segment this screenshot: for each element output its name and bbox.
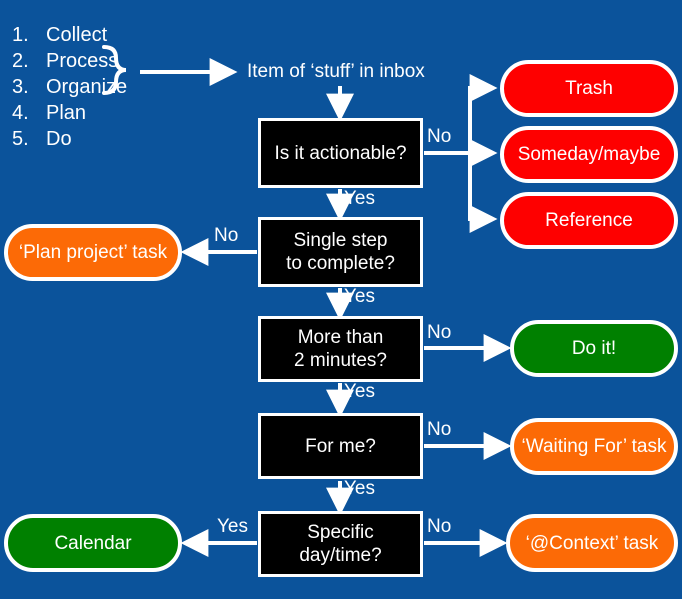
edge-actionable-no-reference [468,153,498,233]
edge-label-single-step-no: No [214,225,239,246]
list-item-label: Process [46,50,119,72]
decision-single-step[interactable]: Single step to complete? [258,217,423,287]
list-item: 4. Plan [12,100,127,126]
outcome-waiting-for-task[interactable]: ‘Waiting For’ task [510,418,678,475]
gtd-steps-list: 1. Collect 2. Process 3. Organize 4. Pla… [12,22,127,152]
decision-two-minutes[interactable]: More than 2 minutes? [258,316,423,382]
outcome-reference[interactable]: Reference [500,192,678,249]
edge-label-for-me-no: No [427,419,452,440]
edge-label-actionable-yes: Yes [344,188,375,209]
edge-label-actionable-no: No [427,126,452,147]
inbox-item-label: Item of ‘stuff’ in inbox [247,61,425,82]
edge-label-specific-no: No [427,516,452,537]
outcome-calendar[interactable]: Calendar [4,514,182,572]
edge-label-for-me-yes: Yes [344,478,375,499]
list-item: 5. Do [12,126,127,152]
decision-is-it-actionable[interactable]: Is it actionable? [258,118,423,188]
list-item-number: 2. [12,50,29,72]
list-item-number: 1. [12,24,29,46]
decision-for-me[interactable]: For me? [258,413,423,479]
list-item: 3. Organize [12,74,127,100]
list-item-label: Organize [46,76,128,98]
outcome-context-task[interactable]: ‘@Context’ task [506,514,678,572]
outcome-trash[interactable]: Trash [500,60,678,117]
outcome-do-it[interactable]: Do it! [510,320,678,377]
list-item: 2. Process [12,48,127,74]
edge-label-specific-yes: Yes [217,516,248,537]
list-item-number: 3. [12,76,29,98]
list-item-number: 4. [12,102,29,124]
diagram-canvas: 1. Collect 2. Process 3. Organize 4. Pla… [0,0,682,599]
decision-specific-day-time[interactable]: Specific day/time? [258,511,423,577]
list-item-label: Plan [46,102,87,124]
outcome-plan-project-task[interactable]: ‘Plan project’ task [4,224,182,281]
list-item: 1. Collect [12,22,127,48]
list-item-number: 5. [12,128,29,150]
edge-label-two-minutes-yes: Yes [344,381,375,402]
edge-label-single-step-yes: Yes [344,286,375,307]
list-item-label: Collect [46,24,108,46]
edge-label-two-minutes-no: No [427,322,452,343]
outcome-someday-maybe[interactable]: Someday/maybe [500,126,678,183]
list-item-label: Do [46,128,72,150]
